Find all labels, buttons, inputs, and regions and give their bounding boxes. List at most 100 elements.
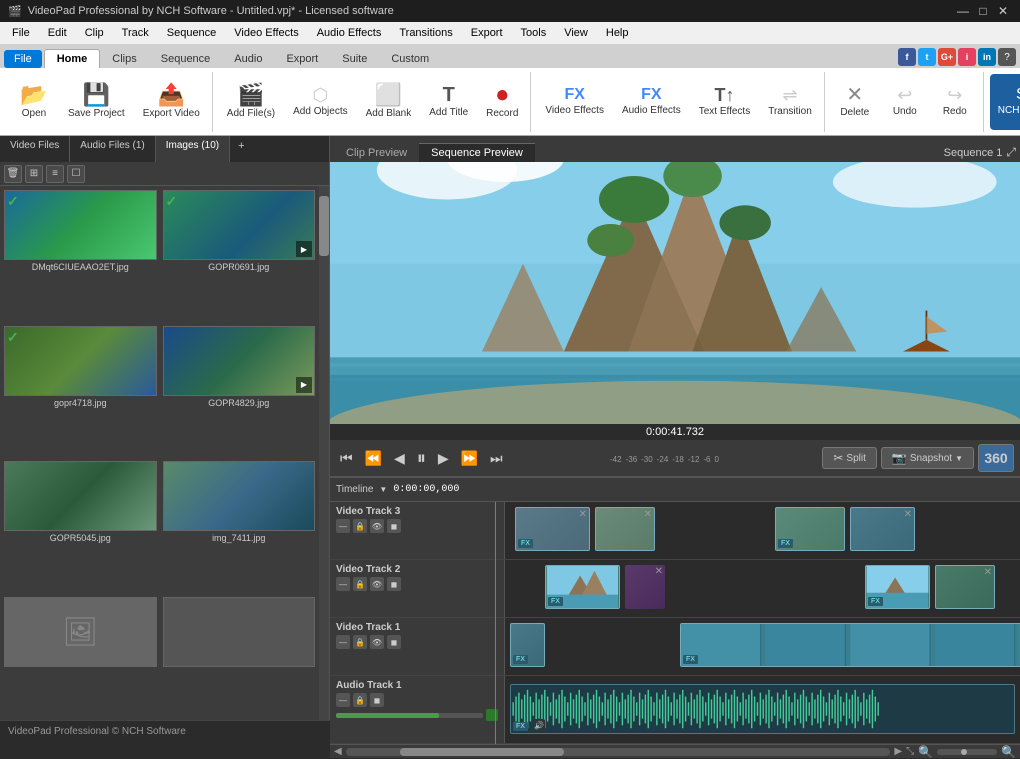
track3-clip-2[interactable]: ✕ <box>595 507 655 551</box>
close-button[interactable]: ✕ <box>994 2 1012 20</box>
track1-main-clip[interactable]: FX ✕ <box>680 623 1020 667</box>
track1-mute[interactable]: ◼ <box>387 635 401 649</box>
track2-eye[interactable]: 👁 <box>370 577 384 591</box>
media-info-btn[interactable]: ☐ <box>67 165 85 183</box>
menu-view[interactable]: View <box>556 25 596 41</box>
media-item-5[interactable]: GOPR5045.jpg <box>4 461 157 591</box>
media-item-1[interactable]: ✓ DMqt6CIUEAAO2ET.jpg <box>4 190 157 320</box>
media-item-8[interactable] <box>163 597 316 717</box>
tab-export[interactable]: Export <box>274 50 330 68</box>
menu-edit[interactable]: Edit <box>40 25 75 41</box>
track3-lock[interactable]: 🔒 <box>353 519 367 533</box>
nch-suite-button[interactable]: S NCH Suite <box>990 74 1020 130</box>
tab-custom[interactable]: Custom <box>379 50 441 68</box>
media-item-7[interactable]: 🖼 <box>4 597 157 717</box>
track2-toggle[interactable]: — <box>336 577 350 591</box>
snapshot-dropdown-icon[interactable]: ▼ <box>955 454 963 463</box>
zoom-in-icon[interactable]: 🔍 <box>1001 745 1016 759</box>
add-media-tab[interactable]: + <box>230 136 252 162</box>
menu-track[interactable]: Track <box>114 25 157 41</box>
track2-lock[interactable]: 🔒 <box>353 577 367 591</box>
track3-clip-3[interactable]: FX <box>775 507 845 551</box>
clip-preview-tab[interactable]: Clip Preview <box>334 144 419 162</box>
tab-file[interactable]: File <box>4 50 42 68</box>
media-item-2[interactable]: ✓ ▶ GOPR0691.jpg <box>163 190 316 320</box>
media-scrollbar-thumb[interactable] <box>319 196 329 256</box>
track3-toggle[interactable]: — <box>336 519 350 533</box>
twitter-icon[interactable]: t <box>918 48 936 66</box>
playhead[interactable] <box>495 502 496 744</box>
vr360-button[interactable]: 360 <box>978 444 1014 472</box>
track2-clip-4[interactable]: ✕ <box>935 565 995 609</box>
track1-eye[interactable]: 👁 <box>370 635 384 649</box>
audio1-lock[interactable]: 🔒 <box>353 693 367 707</box>
record-button[interactable]: ⏺ Record <box>478 74 526 130</box>
add-objects-button[interactable]: ⬡ Add Objects <box>285 74 355 130</box>
menu-video-effects[interactable]: Video Effects <box>226 25 306 41</box>
audio-volume-track[interactable] <box>336 713 483 718</box>
media-list-btn[interactable]: ≡ <box>46 165 64 183</box>
track2-clip4-close[interactable]: ✕ <box>984 567 992 578</box>
snapshot-button[interactable]: 📷 Snapshot ▼ <box>881 447 974 469</box>
timeline-scroll-right[interactable]: ▶ <box>894 746 902 757</box>
zoom-out-icon[interactable]: 🔍 <box>918 745 933 759</box>
preview-expand-icon[interactable]: ⤢ <box>1006 145 1016 160</box>
media-item-6[interactable]: img_7411.jpg <box>163 461 316 591</box>
tab-images[interactable]: Images (10) <box>156 136 230 162</box>
track2-clip-3[interactable]: FX <box>865 565 930 609</box>
undo-button[interactable]: ↩ Undo <box>881 74 929 130</box>
track3-clip4-close[interactable]: ✕ <box>904 509 912 520</box>
timeline-scrollbar-thumb[interactable] <box>400 748 563 756</box>
sequence-preview-tab[interactable]: Sequence Preview <box>419 143 535 162</box>
prev-frame-button[interactable]: ⏪ <box>361 448 386 469</box>
track3-eye[interactable]: 👁 <box>370 519 384 533</box>
tab-sequence[interactable]: Sequence <box>149 50 223 68</box>
tab-suite[interactable]: Suite <box>330 50 379 68</box>
track3-clip-1[interactable]: FX ✕ <box>515 507 590 551</box>
linkedin-icon[interactable]: in <box>978 48 996 66</box>
rewind-button[interactable]: ◀ <box>390 448 409 469</box>
split-button[interactable]: ✂ Split <box>822 447 877 469</box>
add-files-button[interactable]: 🎬 Add File(s) <box>219 74 283 130</box>
zoom-slider-thumb[interactable] <box>961 749 967 755</box>
menu-transitions[interactable]: Transitions <box>391 25 460 41</box>
track3-clip1-close[interactable]: ✕ <box>579 509 587 520</box>
zoom-fit-icon[interactable]: ⤡ <box>906 746 914 757</box>
add-title-button[interactable]: T Add Title <box>421 74 476 130</box>
media-item-4[interactable]: ▶ GOPR4829.jpg <box>163 326 316 456</box>
play-button[interactable]: ▶ <box>434 448 453 469</box>
track2-clip-2[interactable]: ✕ <box>625 565 665 609</box>
menu-tools[interactable]: Tools <box>513 25 555 41</box>
track1-toggle[interactable]: — <box>336 635 350 649</box>
help-icon[interactable]: ? <box>998 48 1016 66</box>
google-icon[interactable]: G+ <box>938 48 956 66</box>
menu-help[interactable]: Help <box>598 25 637 41</box>
facebook-icon[interactable]: f <box>898 48 916 66</box>
media-view-btn[interactable]: ⊞ <box>25 165 43 183</box>
audio1-mute[interactable]: ◼ <box>370 693 384 707</box>
menu-file[interactable]: File <box>4 25 38 41</box>
audio-clip-1[interactable]: // This will be rendered as SVG elements <box>510 684 1015 734</box>
tab-audio[interactable]: Audio <box>222 50 274 68</box>
timeline-scroll-left[interactable]: ◀ <box>334 746 342 757</box>
menu-audio-effects[interactable]: Audio Effects <box>309 25 390 41</box>
media-delete-btn[interactable]: 🗑 <box>4 165 22 183</box>
track2-mute[interactable]: ◼ <box>387 577 401 591</box>
minimize-button[interactable]: — <box>954 2 972 20</box>
track1-clip-1[interactable]: FX <box>510 623 545 667</box>
go-start-button[interactable]: ⏮ <box>336 448 357 469</box>
go-end-button[interactable]: ⏭ <box>486 448 507 469</box>
open-button[interactable]: 📂 Open <box>10 74 58 130</box>
audio-effects-button[interactable]: FX Audio Effects <box>614 74 689 130</box>
add-blank-button[interactable]: ⬜ Add Blank <box>358 74 420 130</box>
track3-clip2-close[interactable]: ✕ <box>644 509 652 520</box>
tab-clips[interactable]: Clips <box>100 50 148 68</box>
media-scrollbar[interactable] <box>319 186 329 720</box>
delete-button[interactable]: ✕ Delete <box>831 74 879 130</box>
tab-home[interactable]: Home <box>44 49 101 68</box>
redo-button[interactable]: ↪ Redo <box>931 74 979 130</box>
instagram-icon[interactable]: i <box>958 48 976 66</box>
menu-export[interactable]: Export <box>463 25 511 41</box>
transition-button[interactable]: ⇌ Transition <box>760 74 820 130</box>
menu-clip[interactable]: Clip <box>77 25 112 41</box>
